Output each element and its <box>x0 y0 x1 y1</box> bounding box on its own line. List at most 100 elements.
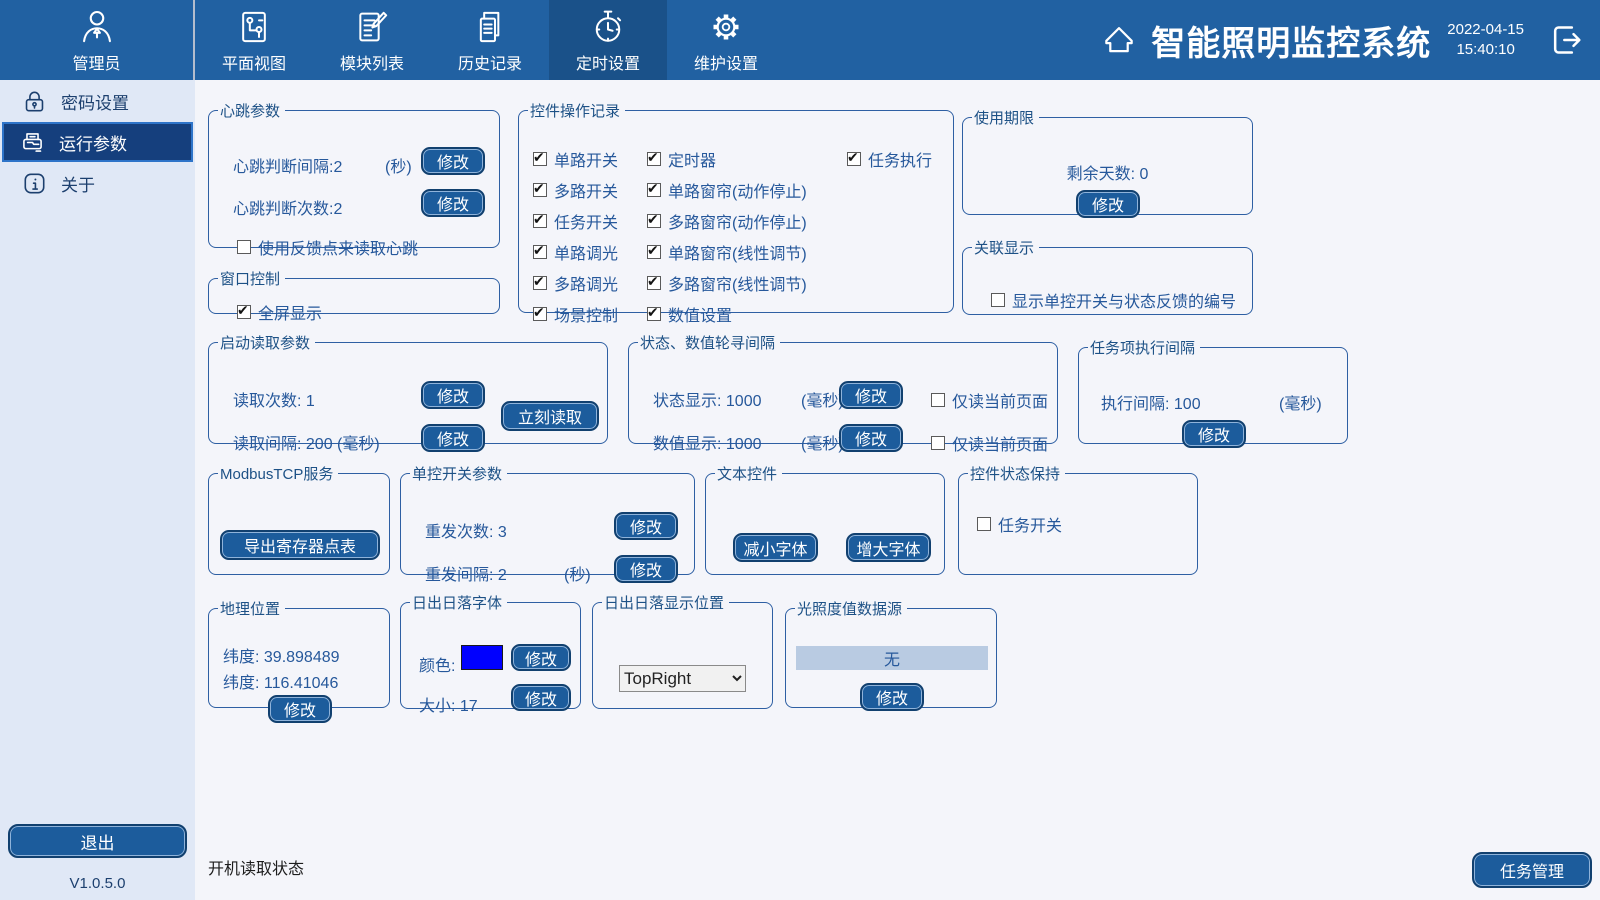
home-icon <box>1100 21 1138 59</box>
panel-title: 控件操作记录 <box>528 100 625 121</box>
panel-title: 窗口控制 <box>218 268 285 289</box>
sidebar-item-run-parameters[interactable]: 运行参数 <box>2 122 193 162</box>
checkbox-row[interactable]: 多路开关 <box>533 178 618 202</box>
checkbox[interactable] <box>533 245 547 259</box>
panel-related-display: 关联显示 显示单控开关与状态反馈的编号 <box>962 237 1253 315</box>
read-count-label: 读取次数: 1 <box>233 387 315 411</box>
modify-heartbeat-interval-button[interactable]: 修改 <box>421 147 485 175</box>
related-display-checkbox-row[interactable]: 显示单控开关与状态反馈的编号 <box>991 288 1236 312</box>
export-register-table-button[interactable]: 导出寄存器点表 <box>220 530 380 560</box>
panel-title: 心跳参数 <box>218 100 285 121</box>
date-text: 2022-04-15 <box>1447 20 1524 40</box>
checkbox-row[interactable]: 场景控制 <box>533 302 618 326</box>
modify-heartbeat-count-button[interactable]: 修改 <box>421 189 485 217</box>
checkbox[interactable] <box>533 307 547 321</box>
increase-font-button[interactable]: 增大字体 <box>846 533 931 562</box>
checkbox[interactable] <box>847 152 861 166</box>
font-size-label: 大小: 17 <box>419 692 478 716</box>
checkbox[interactable] <box>991 293 1005 307</box>
modify-font-color-button[interactable]: 修改 <box>511 644 571 671</box>
floorplan-icon <box>234 7 274 47</box>
checkbox[interactable] <box>647 245 661 259</box>
modify-value-display-button[interactable]: 修改 <box>839 424 903 452</box>
checkbox[interactable] <box>237 305 251 319</box>
admin-tile[interactable]: 管理员 <box>0 0 195 80</box>
checkbox[interactable] <box>533 276 547 290</box>
topbar: 管理员 平面视图 模块列表 历史记录 <box>0 0 1600 80</box>
nav-tab-maintenance-settings[interactable]: 维护设置 <box>667 0 785 80</box>
value-current-page-checkbox-row[interactable]: 仅读当前页面 <box>931 431 1048 455</box>
modify-lux-source-button[interactable]: 修改 <box>860 683 924 711</box>
checkbox-row[interactable]: 单路调光 <box>533 240 618 264</box>
checkbox[interactable] <box>647 307 661 321</box>
modify-font-size-button[interactable]: 修改 <box>511 684 571 711</box>
modify-resend-count-button[interactable]: 修改 <box>614 512 678 540</box>
checkbox[interactable] <box>647 214 661 228</box>
checkbox-row[interactable]: 多路调光 <box>533 271 618 295</box>
checkbox-row[interactable]: 多路窗帘(线性调节) <box>647 271 807 295</box>
status-current-page-checkbox-row[interactable]: 仅读当前页面 <box>931 388 1048 412</box>
checkbox-label: 显示单控开关与状态反馈的编号 <box>1012 288 1236 312</box>
checkbox[interactable] <box>533 152 547 166</box>
exit-button[interactable]: 退出 <box>8 824 187 858</box>
checkbox-row[interactable]: 定时器 <box>647 147 807 171</box>
modify-status-display-button[interactable]: 修改 <box>839 381 903 409</box>
sidebar-item-about[interactable]: 关于 <box>2 163 193 203</box>
panel-control-record: 控件操作记录 单路开关 多路开关 任务开关 <box>518 100 954 313</box>
modify-geo-button[interactable]: 修改 <box>268 695 332 723</box>
sunset-position-select[interactable]: TopRight <box>619 665 746 692</box>
nav-tab-timer-settings[interactable]: 定时设置 <box>549 0 667 80</box>
checkbox-label: 多路窗帘(动作停止) <box>668 209 807 233</box>
modify-exec-interval-button[interactable]: 修改 <box>1182 420 1246 448</box>
panel-geo-location: 地理位置 纬度: 39.898489 纬度: 116.41046 修改 <box>208 598 390 708</box>
nav-tab-floorplan[interactable]: 平面视图 <box>195 0 313 80</box>
logout-button[interactable] <box>1546 20 1586 60</box>
checkbox-row[interactable]: 单路窗帘(动作停止) <box>647 178 807 202</box>
feedback-heartbeat-checkbox-row[interactable]: 使用反馈点来读取心跳 <box>237 235 418 259</box>
checkbox[interactable] <box>931 393 945 407</box>
modify-read-interval-button[interactable]: 修改 <box>421 424 485 452</box>
modify-resend-interval-button[interactable]: 修改 <box>614 555 678 583</box>
checkbox-row[interactable]: 多路窗帘(动作停止) <box>647 209 807 233</box>
fullscreen-checkbox-row[interactable]: 全屏显示 <box>237 300 322 324</box>
checkbox[interactable] <box>533 183 547 197</box>
checkbox[interactable] <box>647 152 661 166</box>
checkbox[interactable] <box>533 214 547 228</box>
checkbox[interactable] <box>237 240 251 254</box>
checkbox[interactable] <box>647 276 661 290</box>
nav-tab-history[interactable]: 历史记录 <box>431 0 549 80</box>
checkbox-row[interactable]: 单路开关 <box>533 147 618 171</box>
nav-tab-label: 维护设置 <box>694 50 758 74</box>
panel-text-control: 文本控件 减小字体 增大字体 <box>705 463 945 575</box>
sidebar-item-password-settings[interactable]: 密码设置 <box>2 81 193 121</box>
nav-tab-label: 模块列表 <box>340 50 404 74</box>
read-now-button[interactable]: 立刻读取 <box>501 401 599 431</box>
checkbox-row[interactable]: 任务执行 <box>847 147 932 171</box>
checkbox[interactable] <box>647 183 661 197</box>
nav-tab-label: 平面视图 <box>222 50 286 74</box>
read-interval-label: 读取间隔: 200 <box>233 430 333 454</box>
value-display-label: 数值显示: 1000 <box>653 430 762 454</box>
heartbeat-interval-unit: (秒) <box>385 153 412 177</box>
checkbox-row[interactable]: 数值设置 <box>647 302 807 326</box>
panel-title: 文本控件 <box>715 463 782 484</box>
decrease-font-button[interactable]: 减小字体 <box>733 533 818 562</box>
task-management-button[interactable]: 任务管理 <box>1472 852 1592 888</box>
checkbox[interactable] <box>977 517 991 531</box>
modify-usage-period-button[interactable]: 修改 <box>1076 190 1140 218</box>
exec-interval-unit: (毫秒) <box>1279 390 1322 414</box>
panel-lux-source: 光照度值数据源 无 修改 <box>785 598 997 708</box>
checkbox-row[interactable]: 单路窗帘(线性调节) <box>647 240 807 264</box>
checkbox-row[interactable]: 任务开关 <box>533 209 618 233</box>
font-color-swatch[interactable] <box>461 645 503 670</box>
task-switch-checkbox-row[interactable]: 任务开关 <box>977 512 1062 536</box>
modify-read-count-button[interactable]: 修改 <box>421 381 485 409</box>
topbar-right: 智能照明监控系统 2022-04-15 15:40:10 <box>1100 0 1600 80</box>
panel-window-control: 窗口控制 全屏显示 <box>208 268 500 314</box>
version-text: V1.0.5.0 <box>0 875 195 892</box>
nav-tab-module-list[interactable]: 模块列表 <box>313 0 431 80</box>
panel-polling-interval: 状态、数值轮寻间隔 状态显示: 1000 (毫秒) 修改 仅读当前页面 数值显示… <box>628 332 1058 444</box>
checkbox-label: 多路调光 <box>554 271 618 295</box>
sidebar-item-label: 密码设置 <box>61 89 129 114</box>
checkbox[interactable] <box>931 436 945 450</box>
